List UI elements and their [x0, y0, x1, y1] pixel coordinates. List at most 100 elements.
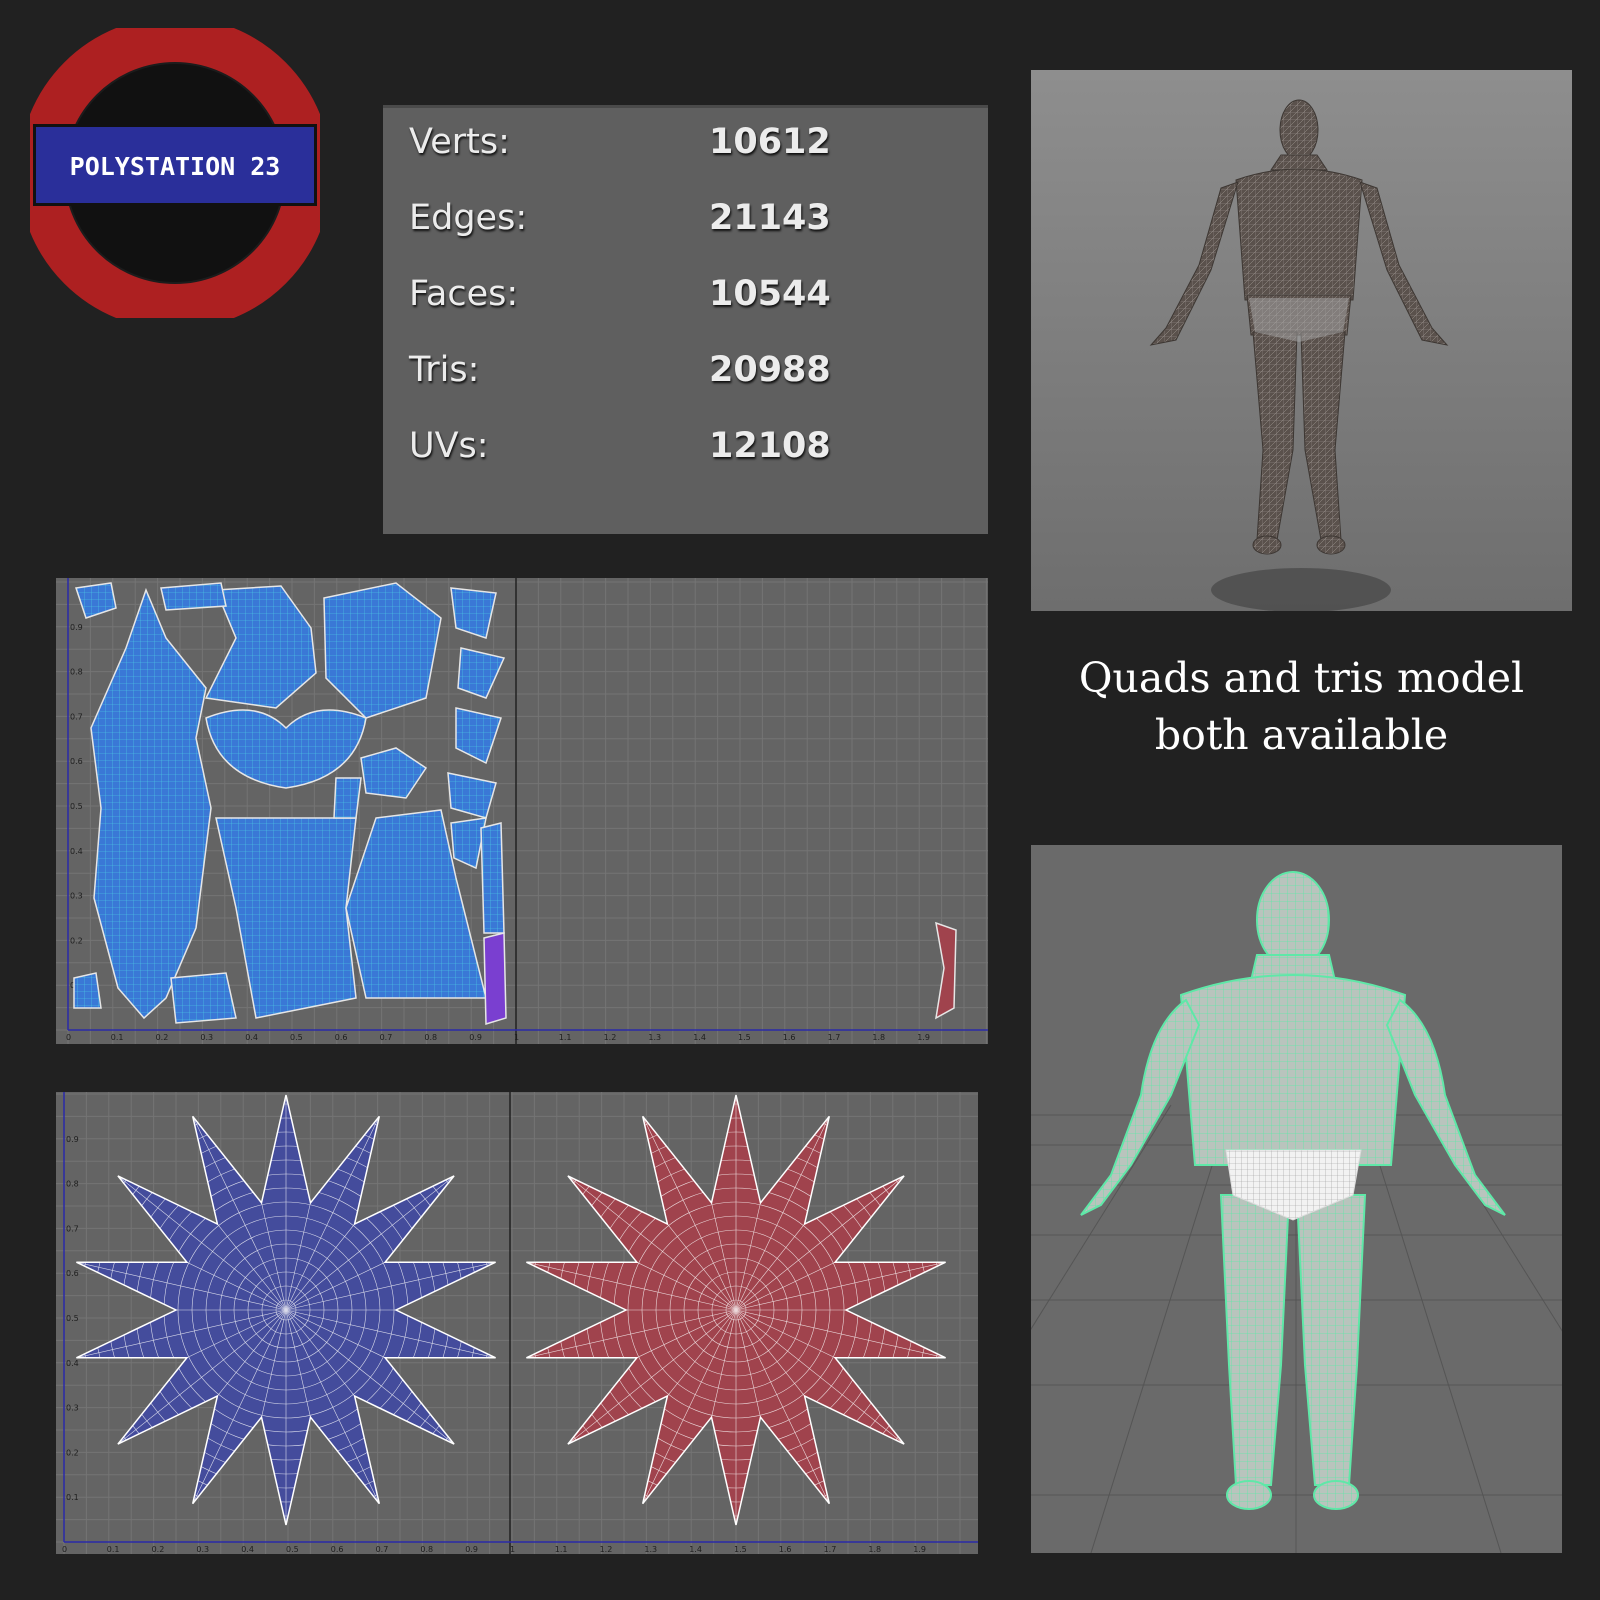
- uv-shell: [170, 972, 237, 1024]
- v-tick-label: 0.8: [70, 668, 83, 677]
- u-tick-label: 1.9: [917, 1033, 930, 1042]
- v-tick-label: 0.3: [70, 892, 83, 901]
- stat-label: Verts:: [409, 122, 510, 162]
- u-tick-label: 1: [514, 1033, 519, 1042]
- u-tick-label: 0.2: [152, 1545, 165, 1554]
- logo-text: POLYSTATION 23: [70, 152, 281, 181]
- u-tick-label: 0.9: [469, 1033, 482, 1042]
- uv-shell: [160, 582, 227, 611]
- stat-label: Tris:: [409, 350, 480, 390]
- v-tick-label: 0.6: [70, 757, 83, 766]
- u-tick-label: 1.7: [824, 1545, 837, 1554]
- u-tick-label: 1.7: [828, 1033, 841, 1042]
- v-tick-label: 0.6: [66, 1269, 79, 1278]
- stat-label: Edges:: [409, 198, 528, 238]
- uv-shell: [480, 822, 505, 934]
- u-tick-label: 1.4: [693, 1033, 706, 1042]
- u-tick-label: 1.8: [868, 1545, 881, 1554]
- stat-value: 21143: [709, 198, 831, 238]
- uv-layout-bottom: 0 0.1 0.2 0.3 0.4 0.5 0.6 0.7 0.8 0.9 1 1.1 1.2 1.3 1.…: [56, 1092, 978, 1554]
- character-render-textured: [1031, 70, 1572, 611]
- stat-row-tris: Tris: 20988: [409, 350, 969, 400]
- u-tick-label: 0.6: [331, 1545, 344, 1554]
- u-tick-label: 0.6: [335, 1033, 348, 1042]
- stat-row-faces: Faces: 10544: [409, 274, 969, 324]
- caption-line-1: Quads and tris model: [1078, 654, 1525, 702]
- u-tick-label: 0.5: [286, 1545, 299, 1554]
- u-tick-label: 0.4: [245, 1033, 258, 1042]
- v-tick-label: 0.4: [66, 1359, 79, 1368]
- uv-shell: [457, 647, 506, 699]
- v-tick-label: 0.9: [66, 1135, 79, 1144]
- u-tick-label: 0: [62, 1545, 67, 1554]
- uv-shell: [75, 582, 117, 619]
- u-tick-label: 0: [66, 1033, 71, 1042]
- uv-shell: [323, 582, 442, 719]
- v-tick-label: 0.3: [66, 1404, 79, 1413]
- stat-value: 12108: [709, 426, 831, 466]
- u-tick-label: 1.4: [689, 1545, 702, 1554]
- caption: Quads and tris model both available: [1031, 650, 1572, 764]
- v-tick-label: 0.5: [70, 802, 83, 811]
- uv-shell: [333, 777, 362, 819]
- uv-shell: [447, 772, 497, 819]
- uv-star-blue: [76, 1094, 496, 1526]
- uv-star-red: [526, 1094, 946, 1526]
- u-tick-label: 1.8: [872, 1033, 885, 1042]
- mesh-stats-panel: Verts: 10612 Edges: 21143 Faces: 10544 T…: [383, 105, 988, 534]
- u-tick-label: 0.5: [290, 1033, 303, 1042]
- u-tick-label: 0.1: [107, 1545, 120, 1554]
- character-render-wireframe: [1031, 845, 1562, 1553]
- u-tick-label: 1.6: [779, 1545, 792, 1554]
- u-tick-label: 0.3: [196, 1545, 209, 1554]
- v-tick-label: 0.7: [66, 1224, 79, 1233]
- uv-shell-offset: [935, 921, 957, 1020]
- uv-shell: [90, 587, 212, 1020]
- stat-label: Faces:: [409, 274, 519, 314]
- uv-shell: [455, 707, 502, 765]
- v-tick-label: 0.8: [66, 1180, 79, 1189]
- u-tick-label: 1.1: [559, 1033, 572, 1042]
- v-tick-label: 0.9: [70, 623, 83, 632]
- u-tick-label: 0.9: [465, 1545, 478, 1554]
- u-tick-label: 0.7: [380, 1033, 393, 1042]
- u-tick-label: 0.2: [156, 1033, 169, 1042]
- u-tick-label: 0.4: [241, 1545, 254, 1554]
- v-tick-label: 0.4: [70, 847, 83, 856]
- v-tick-label: 0.7: [70, 712, 83, 721]
- stat-label: UVs:: [409, 426, 489, 466]
- polystation-logo: POLYSTATION 23: [30, 28, 320, 318]
- uv-shell-selected: [483, 932, 507, 1026]
- u-tick-label: 1.6: [783, 1033, 796, 1042]
- u-tick-label: 0.1: [111, 1033, 124, 1042]
- uv-layout-top: 0 0.1 0.2 0.3 0.4 0.5 0.6 0.7 0.8 0.9 1 1.1 1.2 1.3 1.…: [56, 578, 988, 1044]
- v-tick-label: 0.1: [66, 1493, 79, 1502]
- u-tick-label: 0.7: [376, 1545, 389, 1554]
- u-tick-label: 0.8: [420, 1545, 433, 1554]
- stat-value: 20988: [709, 350, 831, 390]
- uv-shell: [205, 709, 367, 789]
- v-tick-label: 0.2: [66, 1448, 79, 1457]
- u-tick-label: 1.9: [913, 1545, 926, 1554]
- v-tick-label: 0.2: [70, 936, 83, 945]
- u-tick-label: 1.1: [555, 1545, 568, 1554]
- u-tick-label: 1.5: [734, 1545, 747, 1554]
- uv-shell: [360, 747, 428, 799]
- stat-value: 10612: [709, 122, 831, 162]
- caption-line-2: both available: [1154, 711, 1449, 759]
- u-tick-label: 0.8: [424, 1033, 437, 1042]
- stat-row-verts: Verts: 10612: [409, 122, 969, 172]
- uv-shell: [73, 972, 102, 1009]
- u-tick-label: 1.3: [644, 1545, 657, 1554]
- u-tick-label: 0.3: [200, 1033, 213, 1042]
- u-tick-label: 1.2: [600, 1545, 613, 1554]
- u-tick-label: 1.2: [604, 1033, 617, 1042]
- u-tick-label: 1.3: [648, 1033, 661, 1042]
- u-tick-label: 1: [510, 1545, 515, 1554]
- stat-row-uvs: UVs: 12108: [409, 426, 969, 476]
- stat-row-edges: Edges: 21143: [409, 198, 969, 248]
- stat-value: 10544: [709, 274, 831, 314]
- u-tick-label: 1.5: [738, 1033, 751, 1042]
- uv-shell: [450, 587, 497, 639]
- v-tick-label: 0.5: [66, 1314, 79, 1323]
